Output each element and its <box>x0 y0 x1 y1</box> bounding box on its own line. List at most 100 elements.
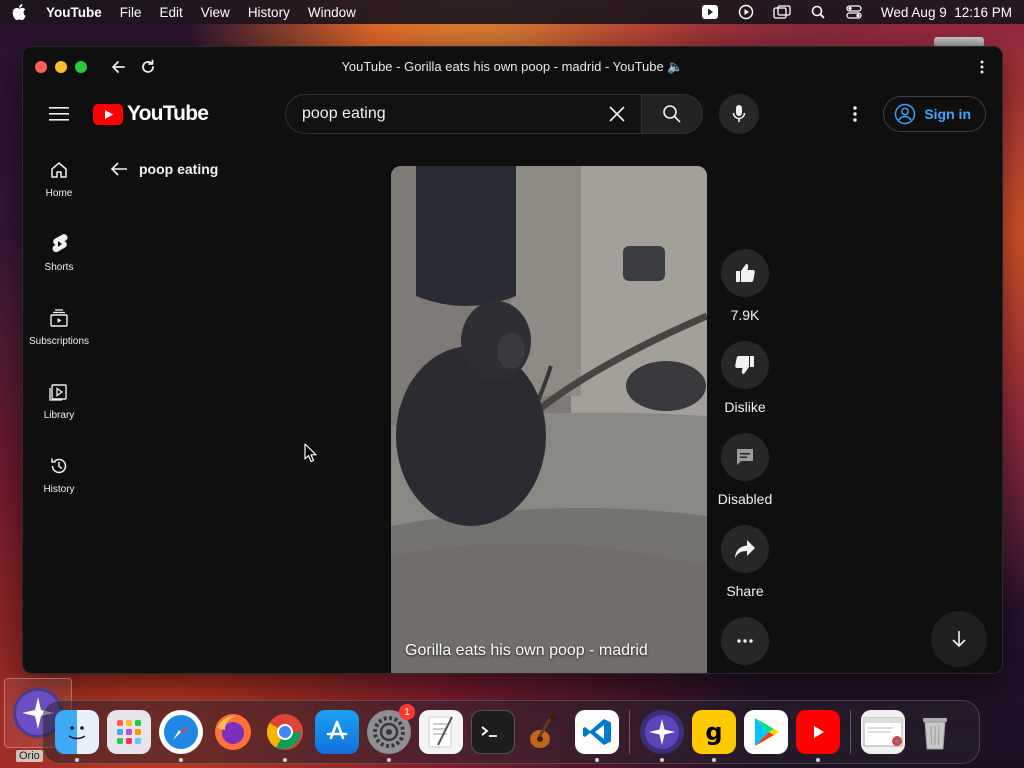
like-count: 7.9K <box>730 307 760 323</box>
play-circle-icon[interactable] <box>737 4 755 20</box>
finder-icon <box>68 726 86 740</box>
youtube-header: YouTube Sign in <box>23 87 1002 141</box>
dock-gumroad[interactable]: g <box>692 710 736 762</box>
dock-app-store[interactable] <box>315 710 359 754</box>
shorts-video-player[interactable]: Gorilla eats his own poop - madrid <box>391 166 707 673</box>
share-action: Share <box>721 525 769 601</box>
sidebar-item-label: History <box>43 483 75 495</box>
search-back-row[interactable]: poop eating <box>109 159 218 179</box>
dock-launchpad[interactable] <box>107 710 151 754</box>
dock-system-settings[interactable]: 1 <box>367 704 415 762</box>
control-center-icon[interactable] <box>845 4 863 20</box>
like-button[interactable] <box>721 249 769 297</box>
dock-trash[interactable] <box>913 710 957 754</box>
reload-icon[interactable] <box>137 56 159 78</box>
dock-orion[interactable] <box>640 710 684 762</box>
search-button[interactable] <box>641 94 703 134</box>
sign-in-button[interactable]: Sign in <box>883 96 986 132</box>
dock-terminal[interactable] <box>471 710 515 754</box>
menu-file[interactable]: File <box>120 5 142 20</box>
subscriptions-icon <box>47 306 71 330</box>
thumbs-down-icon <box>735 356 754 374</box>
next-video-button[interactable] <box>931 611 987 667</box>
back-arrow-icon[interactable] <box>109 159 129 179</box>
dock-play-store[interactable] <box>744 710 788 754</box>
sidebar: Home Shorts Subscriptions Library Histor… <box>23 141 95 511</box>
dock-youtube[interactable] <box>796 710 840 762</box>
minimize-window-button[interactable] <box>55 61 67 73</box>
menu-edit[interactable]: Edit <box>160 5 183 20</box>
minimized-window-icon <box>863 717 903 747</box>
user-circle-icon <box>895 103 916 125</box>
sidebar-item-home[interactable]: Home <box>23 141 95 215</box>
vscode-icon <box>583 719 611 745</box>
sidebar-item-history[interactable]: History <box>23 437 95 511</box>
dislike-button[interactable] <box>721 341 769 389</box>
screen-mirror-icon[interactable] <box>773 4 791 20</box>
youtube-logo[interactable]: YouTube <box>93 102 209 126</box>
more-options-button[interactable] <box>721 617 769 665</box>
terminal-icon <box>481 726 497 737</box>
orion-icon <box>645 715 679 749</box>
dislike-label: Dislike <box>724 399 766 415</box>
sidebar-item-subscriptions[interactable]: Subscriptions <box>23 289 95 363</box>
voice-search-button[interactable] <box>719 94 759 134</box>
search-icon <box>663 105 681 123</box>
app-store-icon <box>326 720 348 740</box>
home-icon <box>47 158 71 182</box>
menubar-clock[interactable]: Wed Aug 9 12:16 PM <box>881 5 1012 20</box>
window-title: YouTube - Gorilla eats his own poop - ma… <box>341 59 684 74</box>
dock-garageband[interactable] <box>523 710 567 754</box>
comments-button[interactable] <box>721 433 769 481</box>
sidebar-item-shorts[interactable]: Shorts <box>23 215 95 289</box>
dock-finder[interactable] <box>55 710 99 762</box>
search-box <box>285 94 641 134</box>
sidebar-item-label: Home <box>45 187 73 199</box>
sidebar-item-label: Subscriptions <box>28 335 90 347</box>
settings-more-icon[interactable] <box>835 94 875 134</box>
firefox-icon <box>215 714 251 750</box>
youtube-status-icon[interactable] <box>701 4 719 20</box>
menu-window[interactable]: Window <box>308 5 356 20</box>
share-icon <box>735 540 755 558</box>
menu-app-name[interactable]: YouTube <box>46 5 102 20</box>
dock-vscode[interactable] <box>575 710 619 762</box>
sidebar-item-library[interactable]: Library <box>23 363 95 437</box>
hamburger-menu-icon[interactable] <box>39 94 79 134</box>
menu-history[interactable]: History <box>248 5 290 20</box>
settings-gear-icon <box>373 716 405 748</box>
share-button[interactable] <box>721 525 769 573</box>
dock-textedit[interactable] <box>419 710 463 754</box>
dislike-action: Dislike <box>721 341 769 417</box>
sidebar-item-label: Shorts <box>44 261 74 273</box>
textedit-icon <box>428 716 453 748</box>
youtube-play-icon <box>814 726 824 738</box>
video-title[interactable]: Gorilla eats his own poop - madrid <box>405 642 648 660</box>
search-input[interactable] <box>302 105 605 123</box>
dock: 1 g <box>42 700 980 764</box>
dock-chrome-window[interactable] <box>861 710 905 754</box>
shorts-icon <box>47 232 71 256</box>
search-bar <box>285 94 759 134</box>
sign-in-label: Sign in <box>924 106 971 122</box>
spotlight-search-icon[interactable] <box>809 4 827 20</box>
browser-window: YouTube - Gorilla eats his own poop - ma… <box>22 46 1003 674</box>
traffic-lights <box>35 61 87 73</box>
history-icon <box>47 454 71 478</box>
zoom-window-button[interactable] <box>75 61 87 73</box>
sidebar-item-label: Library <box>43 409 75 421</box>
header-right: Sign in <box>835 94 986 134</box>
back-arrow-icon[interactable] <box>107 56 129 78</box>
search-query-label: poop eating <box>139 161 219 177</box>
browser-menu-icon[interactable] <box>974 57 990 77</box>
dock-chrome[interactable] <box>263 710 307 762</box>
apple-icon[interactable] <box>12 4 28 20</box>
close-window-button[interactable] <box>35 61 47 73</box>
guitar-icon <box>530 714 557 748</box>
desktop-orion-label: Orio <box>16 750 43 762</box>
clear-search-icon[interactable] <box>605 102 629 126</box>
menu-view[interactable]: View <box>201 5 230 20</box>
dock-safari[interactable] <box>159 710 203 762</box>
dock-firefox[interactable] <box>211 710 255 754</box>
more-action <box>721 617 769 665</box>
